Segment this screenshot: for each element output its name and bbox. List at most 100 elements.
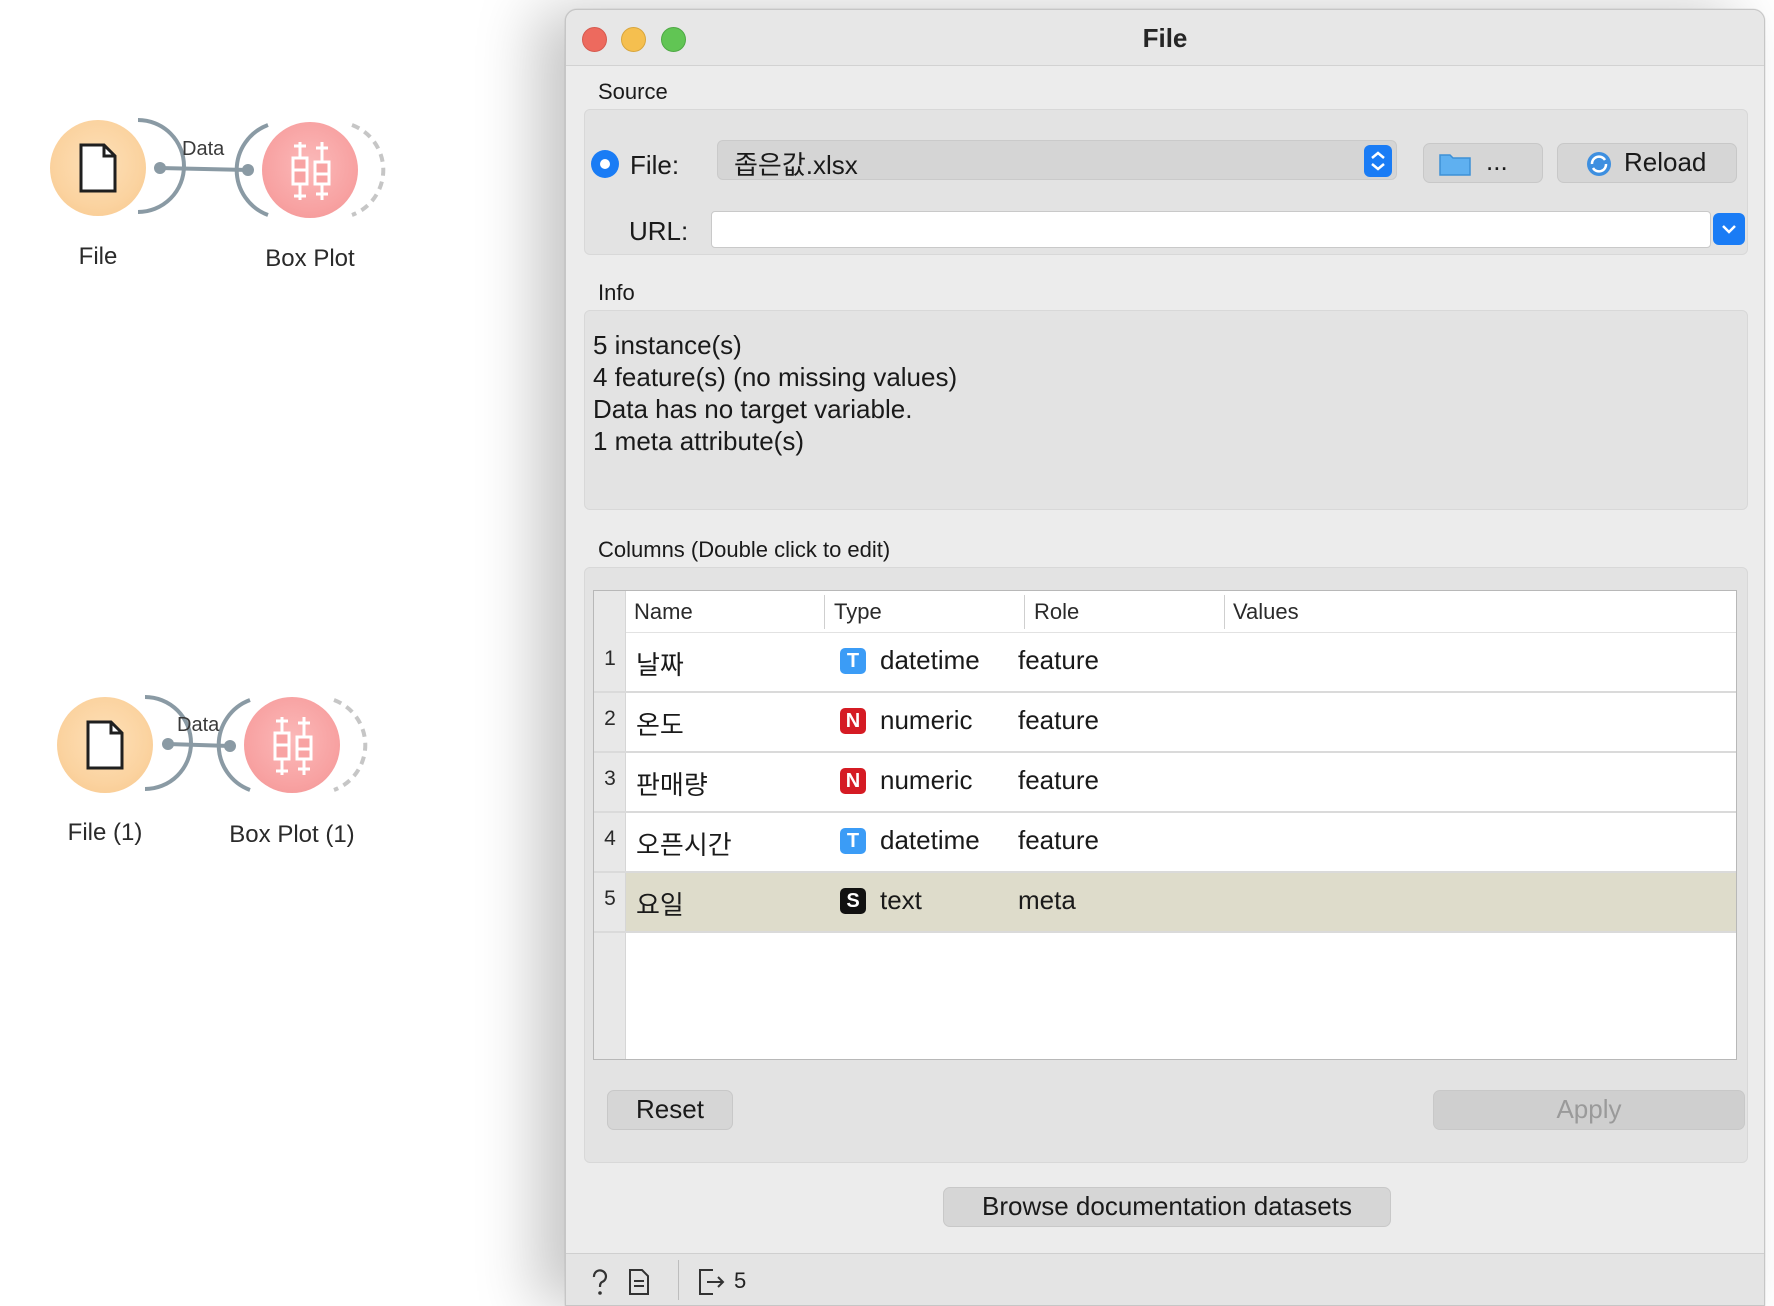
columns-group: Name Type Role Values 1 날짜 T datetime fe… <box>584 567 1748 1163</box>
browse-file-label: ... <box>1486 146 1508 176</box>
chevron-down-icon <box>1722 225 1736 234</box>
file-select[interactable]: 좁은값.xlsx <box>717 140 1397 180</box>
column-header-name[interactable]: Name <box>634 599 693 625</box>
row-number: 3 <box>604 767 616 790</box>
column-header-role[interactable]: Role <box>1034 599 1079 625</box>
datetime-type-icon: T <box>840 648 866 674</box>
boxplot-node-label: Box Plot <box>265 245 355 272</box>
file-label: File: <box>630 150 680 180</box>
link-label: Data <box>177 714 220 736</box>
column-name-cell[interactable]: 날짜 <box>636 645 684 682</box>
string-type-icon: S <box>840 888 866 914</box>
status-bar: 5 <box>566 1253 1764 1305</box>
column-name-cell[interactable]: 온도 <box>636 705 684 742</box>
url-label: URL: <box>629 216 689 246</box>
browse-file-button[interactable]: ... <box>1423 143 1543 183</box>
row-background <box>626 813 1736 871</box>
table-row[interactable]: 3 판매량 N numeric feature <box>594 753 1736 813</box>
link-label: Data <box>182 138 225 160</box>
boxplot-icon <box>273 717 313 775</box>
header-divider <box>1224 595 1225 629</box>
table-row-selected[interactable]: 5 요일 S text meta <box>594 873 1736 933</box>
reload-button[interactable]: Reload <box>1557 143 1737 183</box>
column-name-cell[interactable]: 요일 <box>636 885 684 922</box>
header-divider <box>1024 595 1025 629</box>
row-background <box>626 753 1736 811</box>
link-start-dot <box>154 162 166 174</box>
document-icon <box>79 143 117 193</box>
column-name-cell[interactable]: 판매량 <box>636 765 708 802</box>
title-bar[interactable]: File <box>566 10 1764 66</box>
browse-documentation-button[interactable]: Browse documentation datasets <box>943 1187 1391 1227</box>
apply-label: Apply <box>1556 1094 1622 1124</box>
row-background <box>626 693 1736 751</box>
column-role-cell[interactable]: feature <box>1018 645 1099 676</box>
link-start-dot <box>162 738 174 750</box>
header-divider <box>824 595 825 629</box>
column-type-cell[interactable]: numeric <box>880 765 972 796</box>
column-type-cell[interactable]: numeric <box>880 705 972 736</box>
info-lines: 5 instance(s) 4 feature(s) (no missing v… <box>593 329 957 457</box>
source-section-label: Source <box>598 79 668 104</box>
file-node-label: File <box>78 243 118 270</box>
reset-button[interactable]: Reset <box>607 1090 733 1130</box>
file-widget-window: File Source File: 좁은값.xlsx ... Reload UR <box>565 9 1765 1306</box>
table-row[interactable]: 1 날짜 T datetime feature <box>594 633 1736 693</box>
link-end-dot <box>224 740 236 752</box>
file-select-value: 좁은값.xlsx <box>734 150 858 180</box>
info-features: 4 feature(s) (no missing values) <box>593 362 958 392</box>
folder-icon <box>1439 154 1471 176</box>
document-icon <box>86 720 124 770</box>
window-title: File <box>1142 23 1188 53</box>
column-role-cell[interactable]: feature <box>1018 825 1099 856</box>
table-row[interactable]: 2 온도 N numeric feature <box>594 693 1736 753</box>
table-header: Name Type Role Values <box>626 591 1736 633</box>
column-type-cell[interactable]: datetime <box>880 825 980 856</box>
table-row[interactable]: 4 오픈시간 T datetime feature <box>594 813 1736 873</box>
info-meta: 1 meta attribute(s) <box>593 426 804 456</box>
workflow-canvas[interactable]: File Data Box Plot File (1) Data Box Plo… <box>0 0 560 1306</box>
info-group: 5 instance(s) 4 feature(s) (no missing v… <box>584 310 1748 510</box>
reload-label: Reload <box>1624 147 1707 177</box>
report-icon[interactable] <box>628 1268 650 1296</box>
columns-table[interactable]: Name Type Role Values 1 날짜 T datetime fe… <box>593 590 1737 1060</box>
column-role-cell[interactable]: feature <box>1018 705 1099 736</box>
file-node-label: File (1) <box>67 819 143 846</box>
info-section-label: Info <box>598 280 635 305</box>
link-end-dot <box>242 164 254 176</box>
file-radio[interactable] <box>591 150 619 178</box>
url-dropdown-button[interactable] <box>1713 213 1745 245</box>
column-role-cell[interactable]: feature <box>1018 765 1099 796</box>
column-role-cell[interactable]: meta <box>1018 885 1076 916</box>
data-link[interactable] <box>167 742 231 748</box>
boxplot-icon <box>291 142 331 200</box>
numeric-type-icon: N <box>840 768 866 794</box>
column-header-type[interactable]: Type <box>834 599 882 625</box>
data-link[interactable] <box>159 166 249 172</box>
status-divider <box>678 1260 679 1300</box>
datetime-type-icon: T <box>840 828 866 854</box>
help-icon[interactable] <box>588 1268 612 1296</box>
reload-icon <box>1587 152 1611 176</box>
row-number: 4 <box>604 827 616 850</box>
apply-button[interactable]: Apply <box>1433 1090 1745 1130</box>
row-number: 1 <box>604 647 616 670</box>
browse-documentation-label: Browse documentation datasets <box>982 1191 1352 1221</box>
reset-label: Reset <box>636 1094 704 1124</box>
numeric-type-icon: N <box>840 708 866 734</box>
column-name-cell[interactable]: 오픈시간 <box>636 825 732 862</box>
boxplot-node-label: Box Plot (1) <box>229 821 355 848</box>
column-type-cell[interactable]: datetime <box>880 645 980 676</box>
column-type-cell[interactable]: text <box>880 885 922 916</box>
row-number: 2 <box>604 707 616 730</box>
column-header-values[interactable]: Values <box>1233 599 1299 625</box>
row-background <box>626 873 1736 931</box>
columns-section-label: Columns (Double click to edit) <box>598 537 891 562</box>
up-down-chevron-icon[interactable] <box>1364 145 1392 177</box>
info-instances: 5 instance(s) <box>593 330 742 360</box>
output-icon <box>699 1269 725 1295</box>
row-background <box>626 633 1736 691</box>
url-input[interactable] <box>711 211 1711 248</box>
source-group: File: 좁은값.xlsx ... Reload URL: <box>584 109 1748 255</box>
row-number: 5 <box>604 887 616 910</box>
